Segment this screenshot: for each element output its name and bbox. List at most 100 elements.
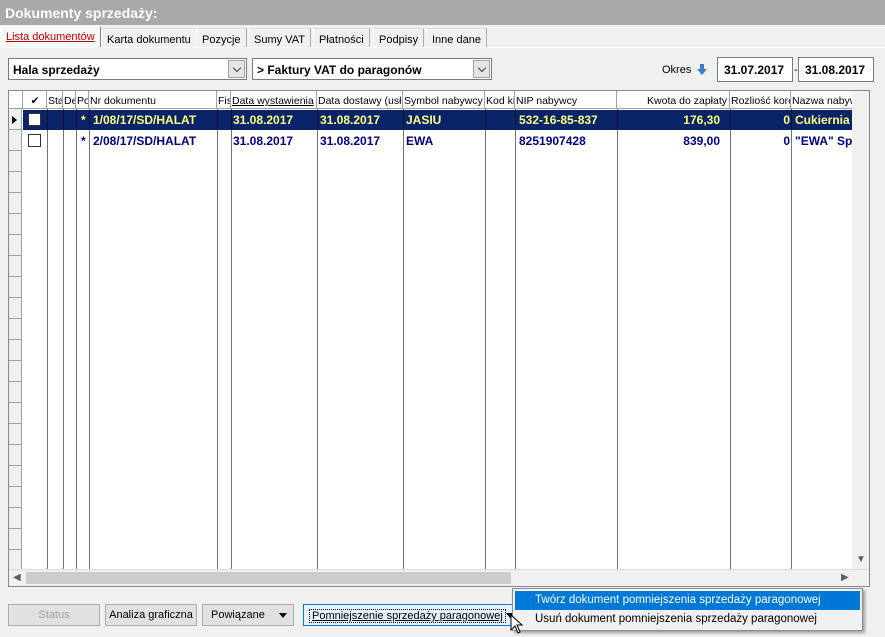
arrow-down-icon[interactable] — [697, 64, 707, 76]
dropdown-arrow-icon — [279, 613, 287, 618]
row-checkbox[interactable] — [28, 134, 41, 147]
row-divider — [9, 360, 22, 361]
row-flag: * — [81, 113, 86, 127]
header-de[interactable]: De — [63, 91, 76, 109]
pomniejszenie-button[interactable]: Pomniejszenie sprzedaży paragonowej — [303, 604, 515, 626]
row-divider — [9, 549, 22, 550]
tab-inne-dane[interactable]: Inne dane — [426, 28, 487, 47]
cell-data-dostawy: 31.08.2017 — [320, 134, 381, 148]
cell-korekt: 0 — [783, 134, 790, 148]
cell-data-dostawy: 31.08.2017 — [320, 113, 381, 127]
header-korekt[interactable]: Rozliość korekt — [730, 91, 791, 109]
row-divider — [9, 381, 22, 382]
table-row[interactable]: * 1/08/17/SD/HALAT 31.08.2017 31.08.2017… — [23, 110, 861, 130]
row-divider — [9, 297, 22, 298]
column-divider — [76, 109, 77, 571]
row-divider — [9, 444, 22, 445]
column-divider — [403, 109, 404, 571]
scroll-right-icon[interactable]: ▶ — [841, 572, 849, 583]
header-indicator — [9, 91, 23, 109]
header-nazwa-nabywcy[interactable]: Nazwa nabyw — [791, 91, 853, 109]
column-divider — [317, 109, 318, 571]
header-data-wystawienia[interactable]: Data wystawienia — [231, 91, 317, 109]
row-divider — [9, 192, 22, 193]
grid-header: ✔ Sta De Po Nr dokumentu Fis Data wystaw… — [9, 91, 869, 109]
row-divider — [9, 255, 22, 256]
doc-type-select-value: > Faktury VAT do paragonów — [257, 63, 422, 77]
mouse-cursor-icon — [510, 614, 524, 634]
date-from-input[interactable]: 31.07.2017 — [717, 57, 793, 82]
tab-platnosci[interactable]: Płatności — [313, 28, 370, 47]
vertical-scrollbar[interactable]: ▼ — [852, 91, 869, 571]
column-divider — [515, 109, 516, 571]
menu-item-usun[interactable]: Usuń dokument pomniejszenia sprzedaży pa… — [515, 610, 860, 629]
column-divider — [730, 109, 731, 571]
documents-grid[interactable]: ✔ Sta De Po Nr dokumentu Fis Data wystaw… — [8, 90, 870, 587]
powiazane-button-label: Powiązane — [211, 609, 265, 621]
cell-nip-nabywcy: 8251907428 — [519, 134, 586, 148]
menu-item-tworz[interactable]: Twórz dokument pomniejszenia sprzedaży p… — [515, 591, 860, 610]
header-status[interactable]: Sta — [47, 91, 63, 109]
header-check[interactable]: ✔ — [23, 91, 47, 109]
header-data-dostawy[interactable]: Data dostawy (usł — [317, 91, 403, 109]
cell-nr-dokumentu: 1/08/17/SD/HALAT — [93, 113, 197, 127]
header-nip-nabywcy[interactable]: NIP nabywcy — [515, 91, 617, 109]
header-po[interactable]: Po — [76, 91, 89, 109]
row-divider — [9, 528, 22, 529]
current-row-pointer-icon — [12, 116, 17, 124]
row-divider — [9, 213, 22, 214]
tab-pozycje[interactable]: Pozycje — [196, 28, 247, 47]
tab-karta-dokumentu[interactable]: Karta dokumentu — [101, 28, 197, 47]
chevron-down-icon[interactable] — [228, 60, 245, 78]
scroll-down-icon[interactable]: ▼ — [856, 554, 866, 565]
pomniejszenie-menu: Twórz dokument pomniejszenia sprzedaży p… — [512, 588, 863, 631]
horizontal-scrollbar[interactable]: ◀ ▶ — [9, 569, 869, 586]
window-title: Dokumenty sprzedaży: — [0, 0, 885, 25]
row-divider — [9, 276, 22, 277]
column-divider — [485, 109, 486, 571]
cell-kwota: 839,00 — [683, 134, 720, 148]
column-divider — [47, 109, 48, 571]
scrollbar-thumb[interactable] — [26, 572, 511, 584]
cell-data-wystawienia: 31.08.2017 — [233, 113, 294, 127]
doc-type-select[interactable]: > Faktury VAT do paragonów — [252, 58, 492, 80]
chevron-down-icon[interactable] — [473, 60, 490, 78]
column-divider — [63, 109, 64, 571]
location-select[interactable]: Hala sprzedaży — [8, 58, 247, 80]
row-divider — [9, 150, 22, 151]
row-divider — [9, 507, 22, 508]
table-row[interactable]: * 2/08/17/SD/HALAT 31.08.2017 31.08.2017… — [23, 131, 861, 151]
powiazane-button[interactable]: Powiązane — [202, 604, 294, 626]
tab-lista-dokumentow[interactable]: Lista dokumentów — [0, 26, 101, 48]
tab-bar: Lista dokumentów Karta dokumentu Pozycje… — [0, 26, 885, 48]
row-divider — [9, 171, 22, 172]
date-to-input[interactable]: 31.08.2017 — [798, 57, 874, 82]
header-fis[interactable]: Fis — [217, 91, 231, 109]
row-divider — [9, 318, 22, 319]
tab-divider — [0, 47, 885, 48]
cell-nip-nabywcy: 532-16-85-837 — [519, 113, 598, 127]
cell-nr-dokumentu: 2/08/17/SD/HALAT — [93, 134, 197, 148]
column-divider — [231, 109, 232, 571]
scroll-left-icon[interactable]: ◀ — [13, 572, 21, 583]
pomniejszenie-button-label: Pomniejszenie sprzedaży paragonowej — [309, 609, 506, 623]
row-flag: * — [81, 134, 86, 148]
cell-symbol-nabywcy: JASIU — [406, 113, 442, 127]
cell-korekt: 0 — [783, 113, 790, 127]
header-kwota[interactable]: Kwota do zapłaty — [617, 91, 730, 109]
header-symbol-nabywcy[interactable]: Symbol nabywcy — [403, 91, 485, 109]
location-select-value: Hala sprzedaży — [13, 63, 100, 77]
row-divider — [9, 486, 22, 487]
tab-sumy-vat[interactable]: Sumy VAT — [248, 28, 311, 47]
tab-podpisy[interactable]: Podpisy — [373, 28, 425, 47]
column-divider — [617, 109, 618, 571]
analiza-graficzna-button[interactable]: Analiza graficzna — [105, 604, 197, 626]
row-checkbox[interactable] — [28, 113, 41, 126]
row-divider — [9, 234, 22, 235]
column-divider — [89, 109, 90, 571]
status-button[interactable]: Status — [8, 604, 100, 626]
header-kod[interactable]: Kod ki — [485, 91, 515, 109]
column-divider — [791, 109, 792, 571]
header-nr-dokumentu[interactable]: Nr dokumentu — [89, 91, 217, 109]
row-divider — [9, 423, 22, 424]
